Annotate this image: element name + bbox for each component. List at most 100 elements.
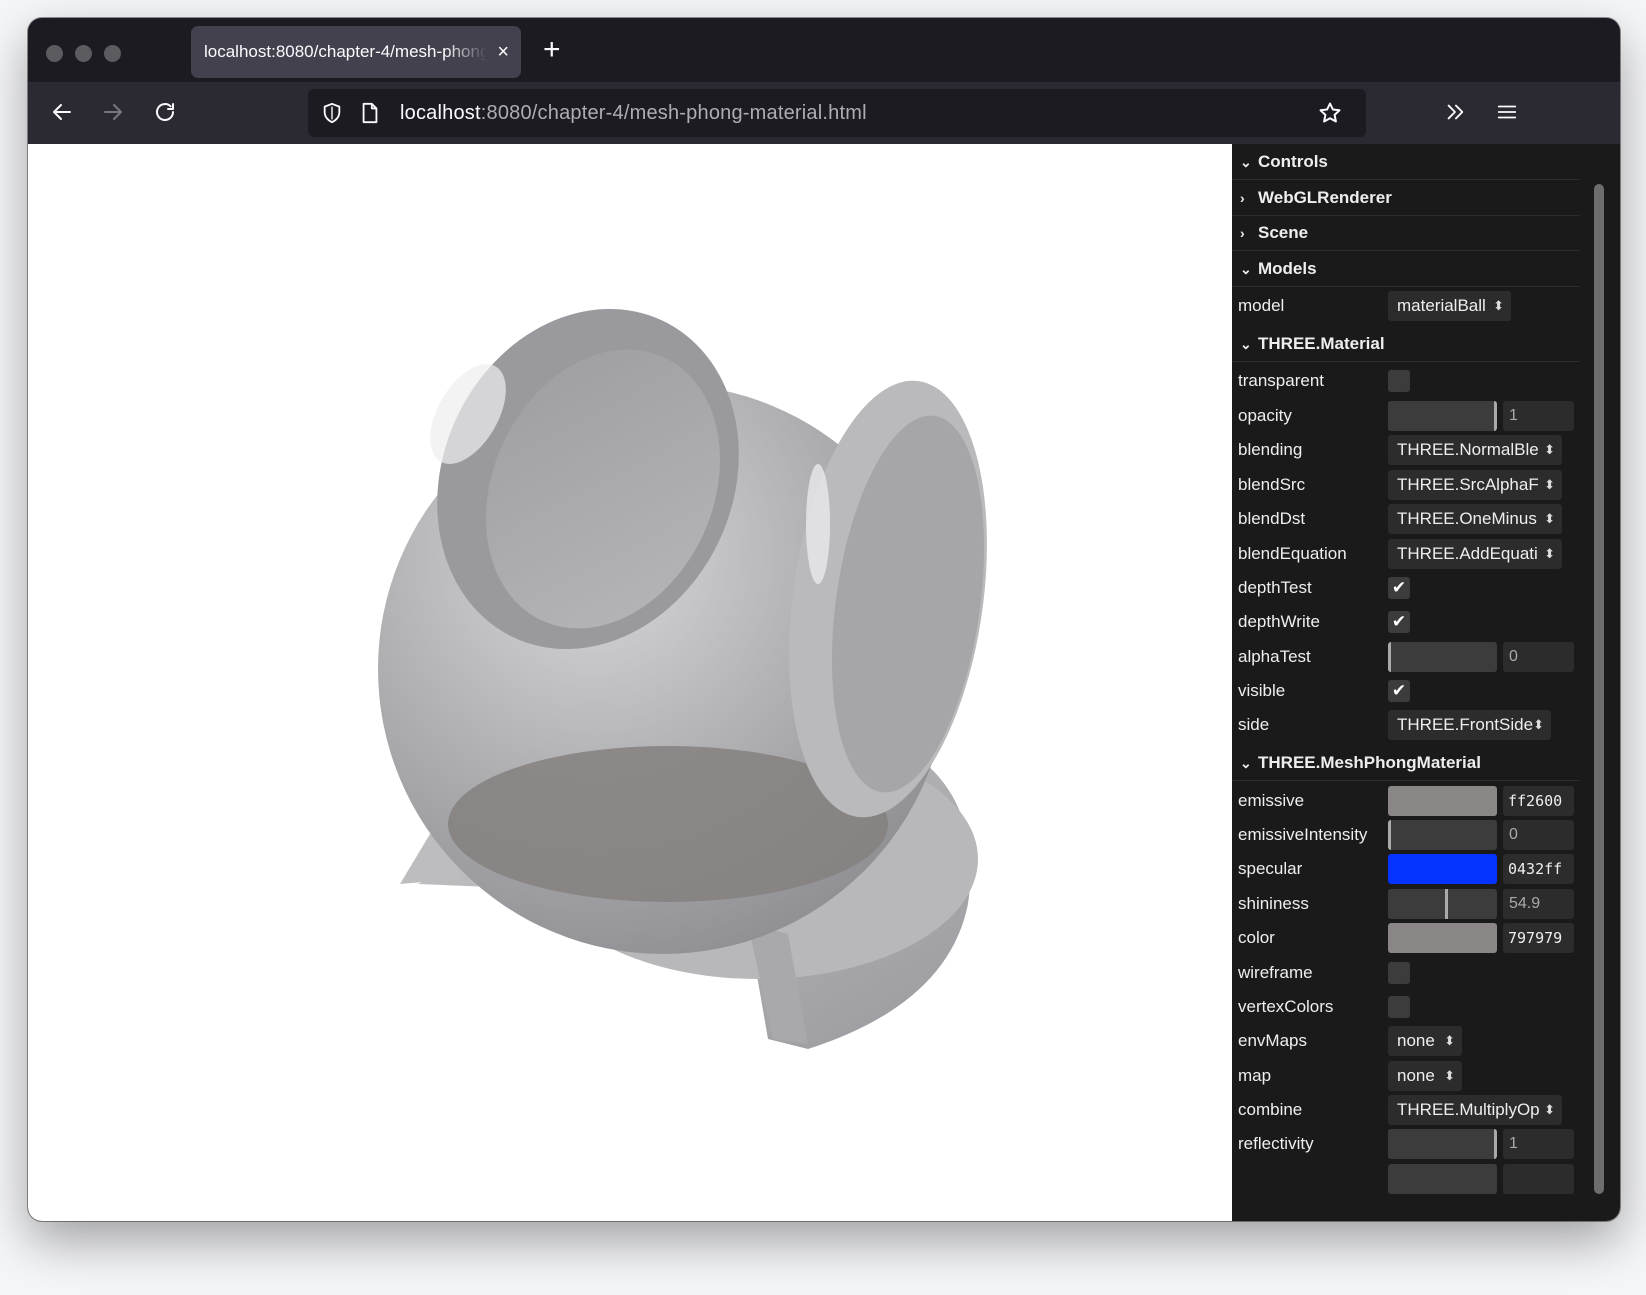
extensions-overflow-icon[interactable] xyxy=(1437,94,1473,130)
tab-close-icon[interactable]: × xyxy=(497,26,509,78)
row-label: specular xyxy=(1238,859,1303,878)
shininess-input[interactable]: 54.9 xyxy=(1503,889,1574,919)
opacity-slider[interactable] xyxy=(1388,401,1497,431)
folder-controls[interactable]: ⌄ Controls xyxy=(1232,144,1580,180)
emissive-hex-input[interactable]: ff2600 xyxy=(1503,786,1574,816)
wireframe-checkbox[interactable] xyxy=(1388,962,1410,984)
row-wireframe: wireframe xyxy=(1232,955,1580,991)
alphatest-slider[interactable] xyxy=(1388,642,1497,672)
minimize-window-button[interactable] xyxy=(75,45,92,62)
select-arrows-icon: ⬍ xyxy=(1544,442,1555,457)
emissive-color-swatch[interactable] xyxy=(1388,786,1497,816)
model-select[interactable]: materialBall ⬍ xyxy=(1388,291,1511,321)
partial-input[interactable] xyxy=(1503,1164,1574,1194)
blendsrc-select[interactable]: THREE.SrcAlphaF ⬍ xyxy=(1388,470,1562,500)
combine-select[interactable]: THREE.MultiplyOp ⬍ xyxy=(1388,1095,1562,1125)
emissiveintensity-input[interactable]: 0 xyxy=(1503,820,1574,850)
row-blendequation: blendEquation THREE.AddEquati ⬍ xyxy=(1232,536,1580,572)
reflectivity-slider[interactable] xyxy=(1388,1129,1497,1159)
url-path: :8080/chapter-4/mesh-phong-material.html xyxy=(480,102,867,124)
address-bar[interactable]: localhost:8080/chapter-4/mesh-phong-mate… xyxy=(308,89,1366,137)
row-label: emissive xyxy=(1238,791,1305,810)
row-partial xyxy=(1232,1161,1580,1197)
row-transparent: transparent xyxy=(1232,363,1580,399)
controls-panel: ⌄ Controls › WebGLRenderer › Scene ⌄ Models … xyxy=(1232,144,1584,1221)
tracking-protection-shield-icon[interactable] xyxy=(314,95,350,131)
close-window-button[interactable] xyxy=(46,45,63,62)
maximize-window-button[interactable] xyxy=(104,45,121,62)
visible-checkbox[interactable]: ✔ xyxy=(1388,680,1410,702)
select-value: THREE.OneMinus xyxy=(1397,509,1537,528)
specular-color-swatch[interactable] xyxy=(1388,854,1497,884)
row-blenddst: blendDst THREE.OneMinus ⬍ xyxy=(1232,501,1580,537)
folder-mesh-phong-material[interactable]: ⌄ THREE.MeshPhongMaterial xyxy=(1232,745,1580,781)
opacity-input[interactable]: 1 xyxy=(1503,401,1574,431)
browser-tab[interactable]: localhost:8080/chapter-4/mesh-phong-mate… xyxy=(191,26,521,78)
folder-scene[interactable]: › Scene xyxy=(1232,215,1580,251)
transparent-checkbox[interactable] xyxy=(1388,370,1410,392)
color-hex-input[interactable]: 797979 xyxy=(1503,923,1574,953)
reflectivity-input[interactable]: 1 xyxy=(1503,1129,1574,1159)
row-label: map xyxy=(1238,1066,1272,1085)
folder-models[interactable]: ⌄ Models xyxy=(1232,251,1580,287)
select-arrows-icon: ⬍ xyxy=(1533,717,1544,732)
row-emissive: emissive ff2600 xyxy=(1232,783,1580,819)
select-arrows-icon: ⬍ xyxy=(1493,298,1504,313)
navigation-bar: localhost:8080/chapter-4/mesh-phong-mate… xyxy=(28,82,1620,144)
bookmark-star-icon[interactable] xyxy=(1312,95,1348,131)
depthtest-checkbox[interactable]: ✔ xyxy=(1388,577,1410,599)
alphatest-input[interactable]: 0 xyxy=(1503,642,1574,672)
chevron-right-icon: › xyxy=(1240,225,1245,241)
scrollbar-thumb[interactable] xyxy=(1594,184,1604,1194)
row-visible: visible ✔ xyxy=(1232,673,1580,709)
slider-fill xyxy=(1388,642,1391,672)
envmaps-select[interactable]: none ⬍ xyxy=(1388,1026,1462,1056)
row-opacity: opacity 1 xyxy=(1232,398,1580,434)
color-swatch[interactable] xyxy=(1388,923,1497,953)
row-color: color 797979 xyxy=(1232,920,1580,956)
panel-scrollbar[interactable] xyxy=(1584,144,1620,1221)
row-label: opacity xyxy=(1238,406,1292,425)
row-label: side xyxy=(1238,715,1270,734)
chevron-down-icon: ⌄ xyxy=(1240,755,1252,771)
new-tab-button[interactable]: + xyxy=(543,32,561,68)
row-specular: specular 0432ff xyxy=(1232,851,1580,887)
specular-hex-input[interactable]: 0432ff xyxy=(1503,854,1574,884)
select-value: none xyxy=(1397,1031,1435,1050)
folder-three-material[interactable]: ⌄ THREE.Material xyxy=(1232,326,1580,362)
emissiveintensity-slider[interactable] xyxy=(1388,820,1497,850)
row-label: reflectivity xyxy=(1238,1134,1314,1153)
menu-hamburger-icon[interactable] xyxy=(1489,94,1525,130)
folder-webglrenderer[interactable]: › WebGLRenderer xyxy=(1232,180,1580,216)
row-vertexcolors: vertexColors xyxy=(1232,989,1580,1025)
url-text[interactable]: localhost:8080/chapter-4/mesh-phong-mate… xyxy=(400,89,867,137)
select-value: materialBall xyxy=(1397,296,1486,315)
forward-icon[interactable] xyxy=(95,94,131,130)
select-value: THREE.NormalBle xyxy=(1397,440,1539,459)
blendequation-select[interactable]: THREE.AddEquati ⬍ xyxy=(1388,539,1562,569)
row-label: transparent xyxy=(1238,371,1324,390)
row-label: alphaTest xyxy=(1238,647,1311,666)
vertexcolors-checkbox[interactable] xyxy=(1388,996,1410,1018)
shininess-slider[interactable] xyxy=(1388,889,1497,919)
webgl-canvas[interactable]: ⌄ Controls › WebGLRenderer › Scene ⌄ Models … xyxy=(28,144,1620,1221)
blenddst-select[interactable]: THREE.OneMinus ⬍ xyxy=(1388,504,1562,534)
row-label: emissiveIntensity xyxy=(1238,825,1368,844)
back-icon[interactable] xyxy=(44,94,80,130)
depthwrite-checkbox[interactable]: ✔ xyxy=(1388,611,1410,633)
row-envmaps: envMaps none ⬍ xyxy=(1232,1023,1580,1059)
map-select[interactable]: none ⬍ xyxy=(1388,1061,1462,1091)
row-label: color xyxy=(1238,928,1275,947)
partial-slider[interactable] xyxy=(1388,1164,1497,1194)
slider-fill xyxy=(1388,1129,1497,1159)
row-depthwrite: depthWrite ✔ xyxy=(1232,604,1580,640)
folder-title: THREE.Material xyxy=(1258,334,1385,353)
row-label: blendDst xyxy=(1238,509,1306,528)
row-label: blending xyxy=(1238,440,1303,459)
reload-icon[interactable] xyxy=(147,94,183,130)
blending-select[interactable]: THREE.NormalBle ⬍ xyxy=(1388,435,1562,465)
page-info-icon[interactable] xyxy=(352,95,388,131)
row-label: combine xyxy=(1238,1100,1303,1119)
row-shininess: shininess 54.9 xyxy=(1232,886,1580,922)
side-select[interactable]: THREE.FrontSide ⬍ xyxy=(1388,710,1551,740)
